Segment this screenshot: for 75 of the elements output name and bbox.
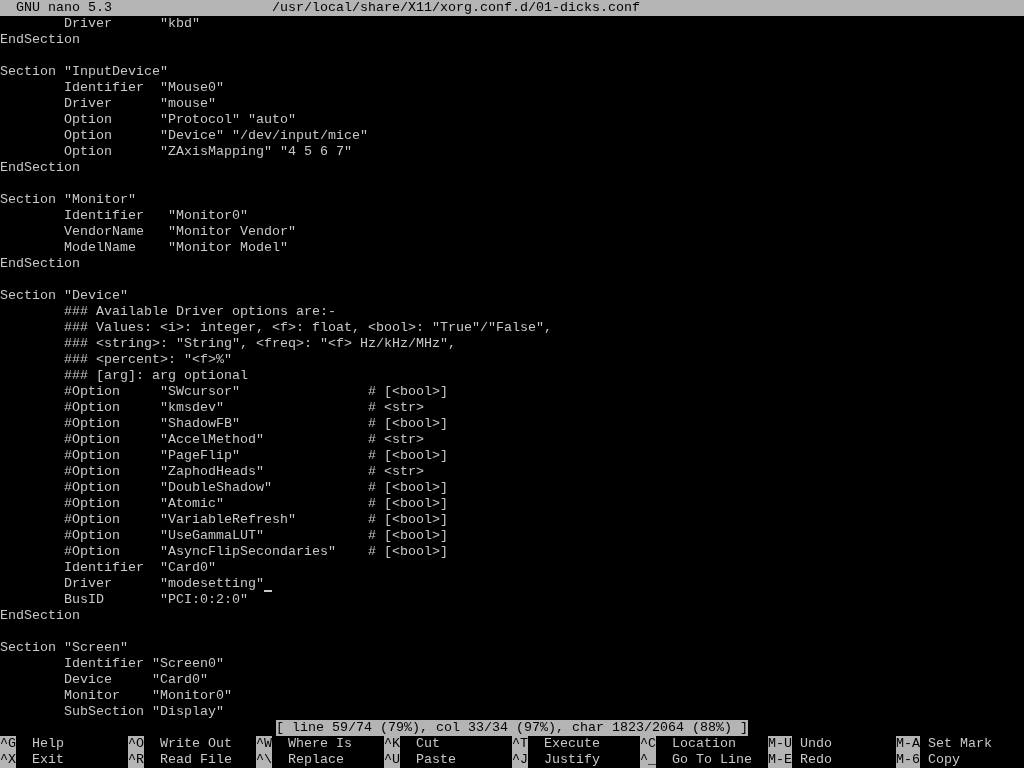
shortcut-label: Write Out <box>160 736 232 752</box>
shortcut-label: Set Mark <box>928 736 992 752</box>
code-line: Option "ZAxisMapping" "4 5 6 7" <box>64 144 352 160</box>
shortcut-label: Location <box>672 736 736 752</box>
shortcut-key[interactable]: ^T <box>512 736 528 752</box>
shortcut-label: Exit <box>32 752 64 768</box>
code-line: Driver "mouse" <box>64 96 216 112</box>
shortcut-key[interactable]: ^O <box>128 736 144 752</box>
code-line: #Option "VariableRefresh" # [<bool>] <box>64 512 448 528</box>
code-line: Driver "kbd" <box>64 16 200 32</box>
code-line: Identifier "Mouse0" <box>64 80 224 96</box>
shortcut-label: Execute <box>544 736 600 752</box>
app-name: GNU nano 5.3 <box>16 0 112 16</box>
code-line: Option "Protocol" "auto" <box>64 112 296 128</box>
code-line: #Option "UseGammaLUT" # [<bool>] <box>64 528 448 544</box>
code-line: Section "InputDevice" <box>0 64 168 80</box>
shortcut-key[interactable]: ^G <box>0 736 16 752</box>
shortcut-label: Cut <box>416 736 440 752</box>
code-line: #Option "SWcursor" # [<bool>] <box>64 384 448 400</box>
shortcut-key[interactable]: M-6 <box>896 752 920 768</box>
code-line: ### Values: <i>: integer, <f>: float, <bool>: "True"/"False", <box>64 320 552 336</box>
shortcut-label: Read File <box>160 752 232 768</box>
code-line: #Option "ShadowFB" # [<bool>] <box>64 416 448 432</box>
shortcut-key[interactable]: M-A <box>896 736 920 752</box>
code-line: Monitor "Monitor0" <box>64 688 232 704</box>
code-line: EndSection <box>0 32 80 48</box>
code-line: #Option "AccelMethod" # <str> <box>64 432 424 448</box>
shortcut-label: Paste <box>416 752 456 768</box>
code-line: ### <string>: "String", <freq>: "<f> Hz/kHz/MHz", <box>64 336 456 352</box>
code-line: #Option "kmsdev" # <str> <box>64 400 424 416</box>
shortcut-key[interactable]: ^C <box>640 736 656 752</box>
code-line: ModelName "Monitor Model" <box>64 240 288 256</box>
code-line: Section "Screen" <box>0 640 128 656</box>
shortcut-label: Justify <box>544 752 600 768</box>
shortcut-key[interactable]: ^\ <box>256 752 272 768</box>
code-line: #Option "Atomic" # [<bool>] <box>64 496 448 512</box>
file-path: /usr/local/share/X11/xorg.conf.d/01-dicks.conf <box>272 0 640 16</box>
shortcut-key[interactable]: ^_ <box>640 752 656 768</box>
code-line: ### Available Driver options are:- <box>64 304 336 320</box>
shortcut-label: Replace <box>288 752 344 768</box>
code-line: Identifier "Screen0" <box>64 656 224 672</box>
code-line: Section "Device" <box>0 288 128 304</box>
shortcut-key[interactable]: ^K <box>384 736 400 752</box>
code-line: EndSection <box>0 608 80 624</box>
code-line: VendorName "Monitor Vendor" <box>64 224 296 240</box>
code-line: Option "Device" "/dev/input/mice" <box>64 128 368 144</box>
code-line: EndSection <box>0 160 80 176</box>
shortcut-label: Where Is <box>288 736 352 752</box>
code-line: Identifier "Monitor0" <box>64 208 248 224</box>
status-message: [ line 59/74 (79%), col 33/34 (97%), char 1823/2064 (88%) ] <box>276 720 748 736</box>
shortcut-label: Redo <box>800 752 832 768</box>
shortcut-key[interactable]: ^J <box>512 752 528 768</box>
shortcut-key[interactable]: ^W <box>256 736 272 752</box>
code-line: Driver "modesetting" <box>64 576 264 592</box>
code-line: #Option "DoubleShadow" # [<bool>] <box>64 480 448 496</box>
code-line: ### <percent>: "<f>%" <box>64 352 232 368</box>
code-line: EndSection <box>0 256 80 272</box>
code-line: #Option "AsyncFlipSecondaries" # [<bool>] <box>64 544 448 560</box>
code-line: SubSection "Display" <box>64 704 224 720</box>
code-line: ### [arg]: arg optional <box>64 368 248 384</box>
shortcut-label: Undo <box>800 736 832 752</box>
shortcut-key[interactable]: ^R <box>128 752 144 768</box>
shortcut-key[interactable]: M-E <box>768 752 792 768</box>
code-line: Device "Card0" <box>64 672 208 688</box>
shortcut-key[interactable]: ^U <box>384 752 400 768</box>
code-line: BusID "PCI:0:2:0" <box>64 592 248 608</box>
code-line: Identifier "Card0" <box>64 560 216 576</box>
code-line: Section "Monitor" <box>0 192 136 208</box>
shortcut-key[interactable]: M-U <box>768 736 792 752</box>
code-line: #Option "PageFlip" # [<bool>] <box>64 448 448 464</box>
shortcut-label: Go To Line <box>672 752 752 768</box>
shortcut-label: Copy <box>928 752 960 768</box>
shortcut-label: Help <box>32 736 64 752</box>
code-line: #Option "ZaphodHeads" # <str> <box>64 464 424 480</box>
shortcut-key[interactable]: ^X <box>0 752 16 768</box>
